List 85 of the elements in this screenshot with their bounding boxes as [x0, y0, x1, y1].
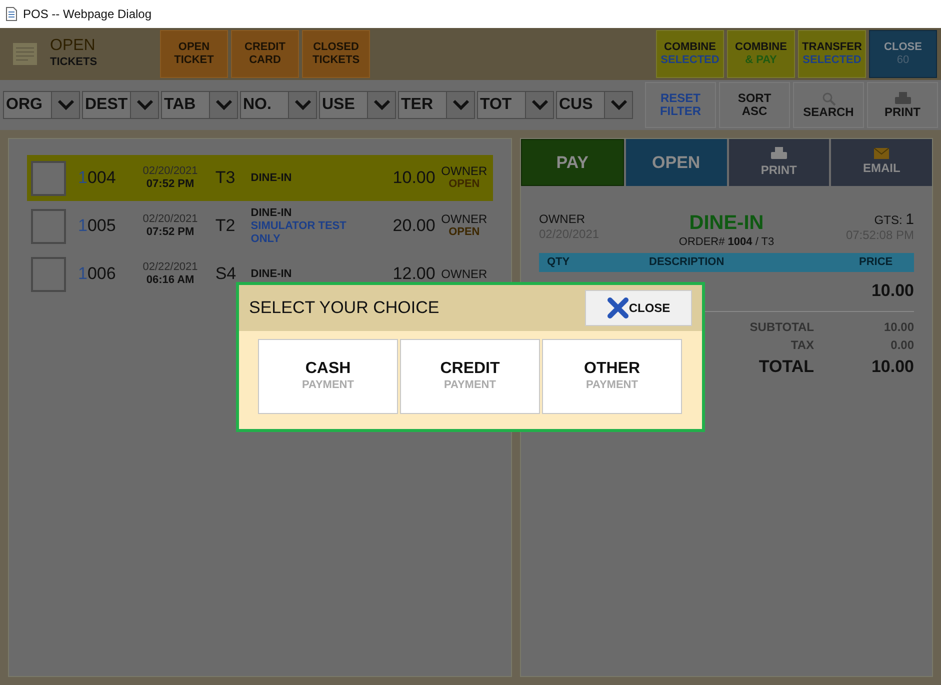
- payment-option[interactable]: CASH PAYMENT: [258, 339, 398, 414]
- ticket-checkbox[interactable]: [31, 160, 66, 196]
- toolbar-button[interactable]: SEARCH: [793, 82, 864, 128]
- chevron-down-icon: [610, 99, 628, 111]
- order-type: DINE-IN: [250, 268, 293, 280]
- ticket-date: 02/20/2021: [142, 213, 198, 226]
- total-value: 0.00: [890, 337, 914, 354]
- chevron-down-icon: [530, 99, 548, 111]
- filter-dropdown[interactable]: ORG: [3, 91, 80, 119]
- header-button[interactable]: CLOSED TICKETS: [302, 30, 370, 78]
- detail-tab[interactable]: OPEN: [626, 139, 726, 186]
- ticket-number: 1005: [78, 215, 117, 238]
- filter-dropdown[interactable]: TOT: [477, 91, 554, 119]
- printer-icon: [894, 92, 910, 106]
- header-button[interactable]: COMBINE & PAY: [727, 30, 795, 78]
- ticket-time: 07:52 PM: [146, 178, 194, 191]
- ticket-amount: 12.00: [392, 263, 436, 286]
- total-label: TAX: [790, 337, 814, 354]
- guest-count: GTS: 1: [874, 212, 914, 228]
- ticket-table: S4: [215, 261, 251, 287]
- chevron-down-icon: [372, 99, 390, 111]
- window-title: POS -- Webpage Dialog: [23, 6, 152, 23]
- receipt-header-bar: QTY DESCRIPTION PRICE: [539, 252, 914, 272]
- ticket-note: SIMULATOR TEST ONLY: [250, 220, 348, 246]
- total-value: 10.00: [870, 356, 914, 378]
- filter-dropdown[interactable]: CUS: [556, 91, 633, 119]
- ticket-table: T2: [215, 213, 251, 239]
- screen-subtitle: TICKETS: [50, 55, 98, 70]
- payment-option[interactable]: CREDIT PAYMENT: [400, 339, 540, 414]
- ticket-status: OPEN: [448, 226, 480, 239]
- chevron-down-icon: [214, 99, 232, 111]
- ticket-user: OWNER: [441, 268, 488, 280]
- ticket-amount: 10.00: [392, 167, 436, 190]
- ticket-status: OPEN: [448, 178, 480, 191]
- ticket-user: OWNER: [441, 165, 488, 178]
- dialog-title: SELECT YOUR CHOICE: [249, 297, 440, 320]
- chevron-down-icon: [294, 99, 312, 111]
- ticket-time: 07:52 PM: [146, 226, 194, 239]
- receipt-user: OWNER: [539, 212, 586, 227]
- filter-dropdown[interactable]: DEST: [82, 91, 159, 119]
- header-button[interactable]: COMBINE SELECTED: [656, 30, 724, 78]
- filter-dropdown[interactable]: TAB: [161, 91, 238, 119]
- filter-dropdown[interactable]: NO.: [240, 91, 317, 119]
- ticket-date: 02/20/2021: [142, 165, 198, 178]
- close-icon: [606, 297, 629, 319]
- chevron-down-icon: [56, 99, 74, 111]
- detail-tab[interactable]: EMAIL: [831, 139, 932, 186]
- ticket-number: 1006: [78, 263, 117, 286]
- payment-option[interactable]: OTHER PAYMENT: [542, 339, 682, 414]
- notepad-icon: [12, 40, 40, 68]
- screen-title: OPEN: [50, 38, 96, 54]
- ticket-checkbox[interactable]: [31, 256, 66, 292]
- filter-dropdown[interactable]: TER: [398, 91, 475, 119]
- envelope-icon: [874, 148, 890, 159]
- detail-tab[interactable]: PRINT: [728, 139, 830, 186]
- order-type: DINE-IN: [250, 206, 293, 220]
- chevron-down-icon: [452, 99, 470, 111]
- header-button[interactable]: OPEN TICKET: [160, 30, 228, 78]
- chevron-down-icon: [136, 99, 154, 111]
- order-type: DINE-IN: [250, 172, 293, 184]
- order-number: ORDER# 1004 / T3: [678, 235, 774, 250]
- toolbar-button[interactable]: SORT ASC: [719, 82, 790, 128]
- ticket-amount: 20.00: [392, 215, 436, 238]
- toolbar-button[interactable]: RESET FILTER: [645, 82, 716, 128]
- header-button[interactable]: CREDIT CARD: [231, 30, 299, 78]
- ticket-number: 1004: [78, 167, 117, 190]
- total-label: TOTAL: [758, 356, 814, 378]
- toolbar-button[interactable]: PRINT: [867, 82, 938, 128]
- ticket-checkbox[interactable]: [31, 208, 66, 244]
- ticket-time: 06:16 AM: [146, 274, 194, 287]
- search-icon: [822, 92, 836, 106]
- filter-dropdown[interactable]: USE: [319, 91, 396, 119]
- ticket-table: T3: [215, 165, 251, 191]
- header-button[interactable]: TRANSFER SELECTED: [798, 30, 866, 78]
- detail-tab[interactable]: PAY: [521, 139, 624, 186]
- printer-icon: [770, 146, 787, 160]
- document-icon: [6, 7, 17, 21]
- total-value: 10.00: [882, 319, 914, 336]
- order-type-title: DINE-IN: [689, 212, 764, 234]
- ticket-date: 02/22/2021: [142, 261, 198, 274]
- close-button[interactable]: CLOSE: [585, 290, 692, 326]
- item-price: 10.00: [871, 280, 914, 302]
- total-label: SUBTOTAL: [748, 319, 814, 336]
- ticket-user: OWNER: [441, 213, 488, 226]
- ticket-row[interactable]: 1006 02/22/2021 06:16 AM S4 DINE-IN 12.00 OWNER: [27, 251, 493, 297]
